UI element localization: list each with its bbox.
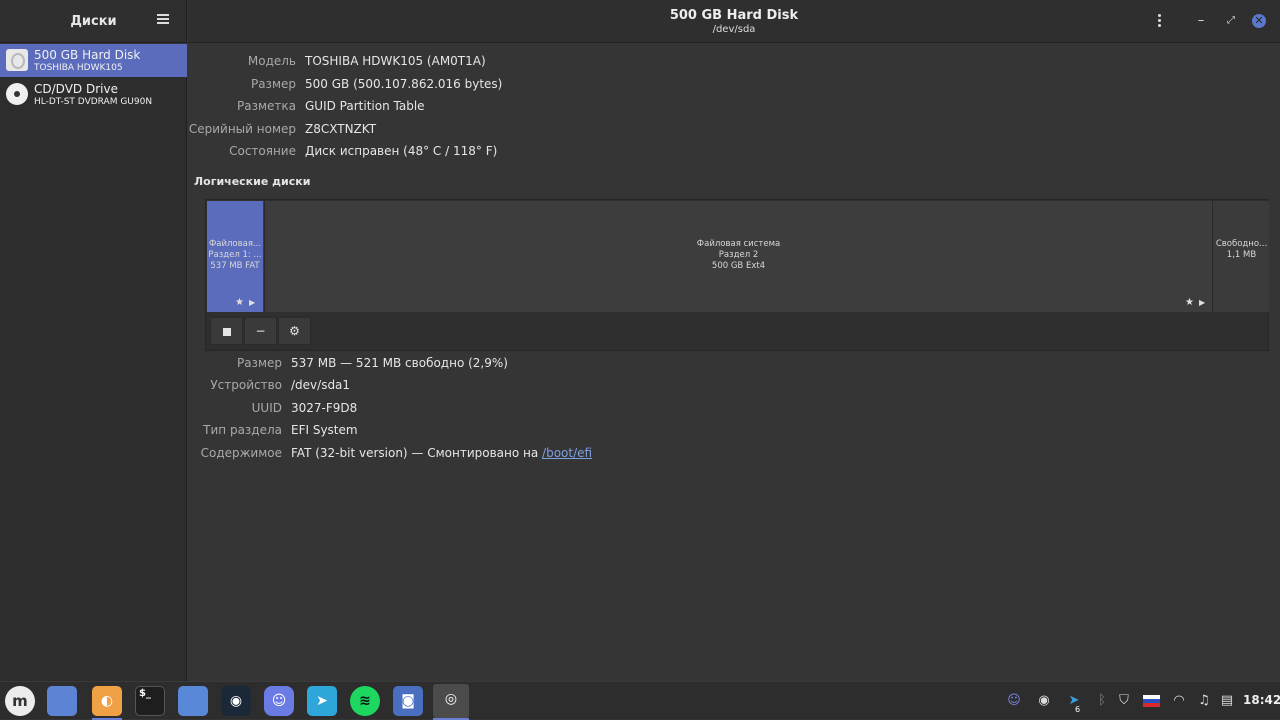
drive-name: CD/DVD Drive [34,82,118,96]
more-options-icon[interactable] [1150,12,1168,30]
files-folder-icon[interactable] [178,686,208,716]
info-value: Z8CXTNZKT [305,122,377,136]
spotify-icon[interactable]: ≋ [350,686,380,716]
main-header: 500 GB Hard Disk /dev/sda – ⤢ ✕ [188,0,1280,43]
info-key: Тип раздела [203,423,282,437]
telegram-badge: 6 [1075,705,1081,714]
info-key: Содержимое [200,446,282,460]
telegram-icon[interactable]: ➤ [307,686,337,716]
partition-segment-1[interactable]: Файловая... Раздел 1: ... 537 MB FAT ★ ▶ [207,201,263,312]
discord-icon[interactable]: ☺ [264,686,294,716]
keyboard-layout-flag-icon[interactable] [1142,691,1162,711]
star-icon: ★ [1185,297,1194,308]
segment-label: 1,1 MB [1226,250,1257,260]
play-icon: ▶ [1199,298,1206,307]
info-value: EFI System [291,423,358,437]
clipboard-icon[interactable]: ▤ [1217,691,1237,711]
info-key: Разметка [237,99,296,113]
hamburger-menu-icon[interactable] [155,12,171,28]
wifi-icon[interactable]: ◠ [1169,691,1189,711]
drive-item-hard-disk[interactable]: 500 GB Hard Disk TOSHIBA HDWK105 [0,44,187,77]
drives-sidebar: 500 GB Hard Disk TOSHIBA HDWK105 CD/DVD … [0,44,187,681]
maximize-icon[interactable]: ⤢ [1222,12,1240,30]
play-icon: ▶ [249,298,256,307]
info-value: /dev/sda1 [291,378,351,392]
delete-partition-button[interactable]: − [244,317,277,345]
info-key: Размер [250,77,296,91]
telegram-tray-icon[interactable]: ➤ 6 [1064,691,1084,714]
segment-label: Файловая система [696,239,781,249]
segment-label: Свободно... [1215,239,1268,249]
close-icon[interactable]: ✕ [1252,14,1266,28]
shield-icon[interactable]: ⛉ [1114,691,1134,711]
disks-window: Диски 500 GB Hard Disk /dev/sda – ⤢ ✕ 50… [0,0,1280,681]
volumes-heading: Логические диски [194,175,311,188]
info-value: TOSHIBA HDWK105 (AM0T1A) [305,54,486,68]
info-value: GUID Partition Table [305,99,425,113]
partition-segment-2[interactable]: Файловая система Раздел 2 500 GB Ext4 ★ … [264,201,1213,312]
clock[interactable]: 18:42 [1243,693,1280,707]
info-key: Размер [236,356,282,370]
unmount-button[interactable] [210,317,243,345]
minimize-icon[interactable]: – [1192,12,1210,30]
taskbar: m ◐ $_ ◉ ☺ ➤ ≋ ◙ ◎ ☺ ◉ ➤ 6 ᛒ ⛉ ◠ ♫ ▤ 18:4… [0,681,1280,720]
mount-point-link[interactable]: /boot/efi [542,446,592,460]
segment-label: Раздел 2 [718,250,759,260]
info-key: Серийный номер [188,122,296,136]
bluetooth-icon[interactable]: ᛒ [1092,691,1112,711]
partition-settings-button[interactable]: ⚙ [278,317,311,345]
show-desktop-icon[interactable] [47,686,77,716]
music-note-icon[interactable]: ♫ [1194,691,1214,711]
drive-name: 500 GB Hard Disk [34,48,141,62]
info-value: 537 MB — 521 MB свободно (2,9%) [291,356,508,370]
info-key: Модель [247,54,296,68]
menu-logo-icon[interactable]: m [5,686,35,716]
segment-label: 500 GB Ext4 [711,261,766,271]
segment-label: 537 MB FAT [210,261,260,271]
drive-item-cd-dvd[interactable]: CD/DVD Drive HL-DT-ST DVDRAM GU90N [0,78,187,111]
stop-icon [222,327,231,336]
info-key: Состояние [229,144,296,158]
hdd-icon [6,49,28,71]
steam-icon[interactable]: ◉ [221,686,251,716]
minus-icon: − [255,324,266,338]
info-value: 3027-F9D8 [291,401,358,415]
star-icon: ★ [235,297,244,308]
disk-details: Модель TOSHIBA HDWK105 (AM0T1A) Размер 5… [188,44,1280,681]
terminal-icon[interactable]: $_ [135,686,165,716]
info-value: Диск исправен (48° C / 118° F) [305,144,498,158]
volumes-panel: Файловая... Раздел 1: ... 537 MB FAT ★ ▶… [205,199,1269,351]
disk-device-path: /dev/sda [712,24,756,35]
disks-app-icon[interactable]: ◎ [433,684,469,720]
steam-tray-icon[interactable]: ◉ [1034,691,1054,711]
info-value: 500 GB (500.107.862.016 bytes) [305,77,503,91]
partition-bar: Файловая... Раздел 1: ... 537 MB FAT ★ ▶… [207,201,1269,312]
drive-model: HL-DT-ST DVDRAM GU90N [34,97,153,107]
firefox-icon[interactable]: ◐ [92,686,122,720]
cd-icon [6,83,28,105]
sidebar-header: Диски [0,0,187,43]
partition-segment-free[interactable]: Свободно... 1,1 MB [1214,201,1269,312]
discord-tray-icon[interactable]: ☺ [1004,691,1024,711]
drive-model: TOSHIBA HDWK105 [34,63,123,73]
segment-label: Файловая... [208,239,262,249]
screenshot-icon[interactable]: ◙ [393,686,423,716]
info-key: Устройство [210,378,282,392]
info-value: FAT (32-bit version) — Смонтировано на [291,446,543,460]
disk-title: 500 GB Hard Disk [669,8,799,23]
gears-icon: ⚙ [289,324,300,338]
info-key: UUID [251,401,282,415]
segment-label: Раздел 1: ... [208,250,262,260]
